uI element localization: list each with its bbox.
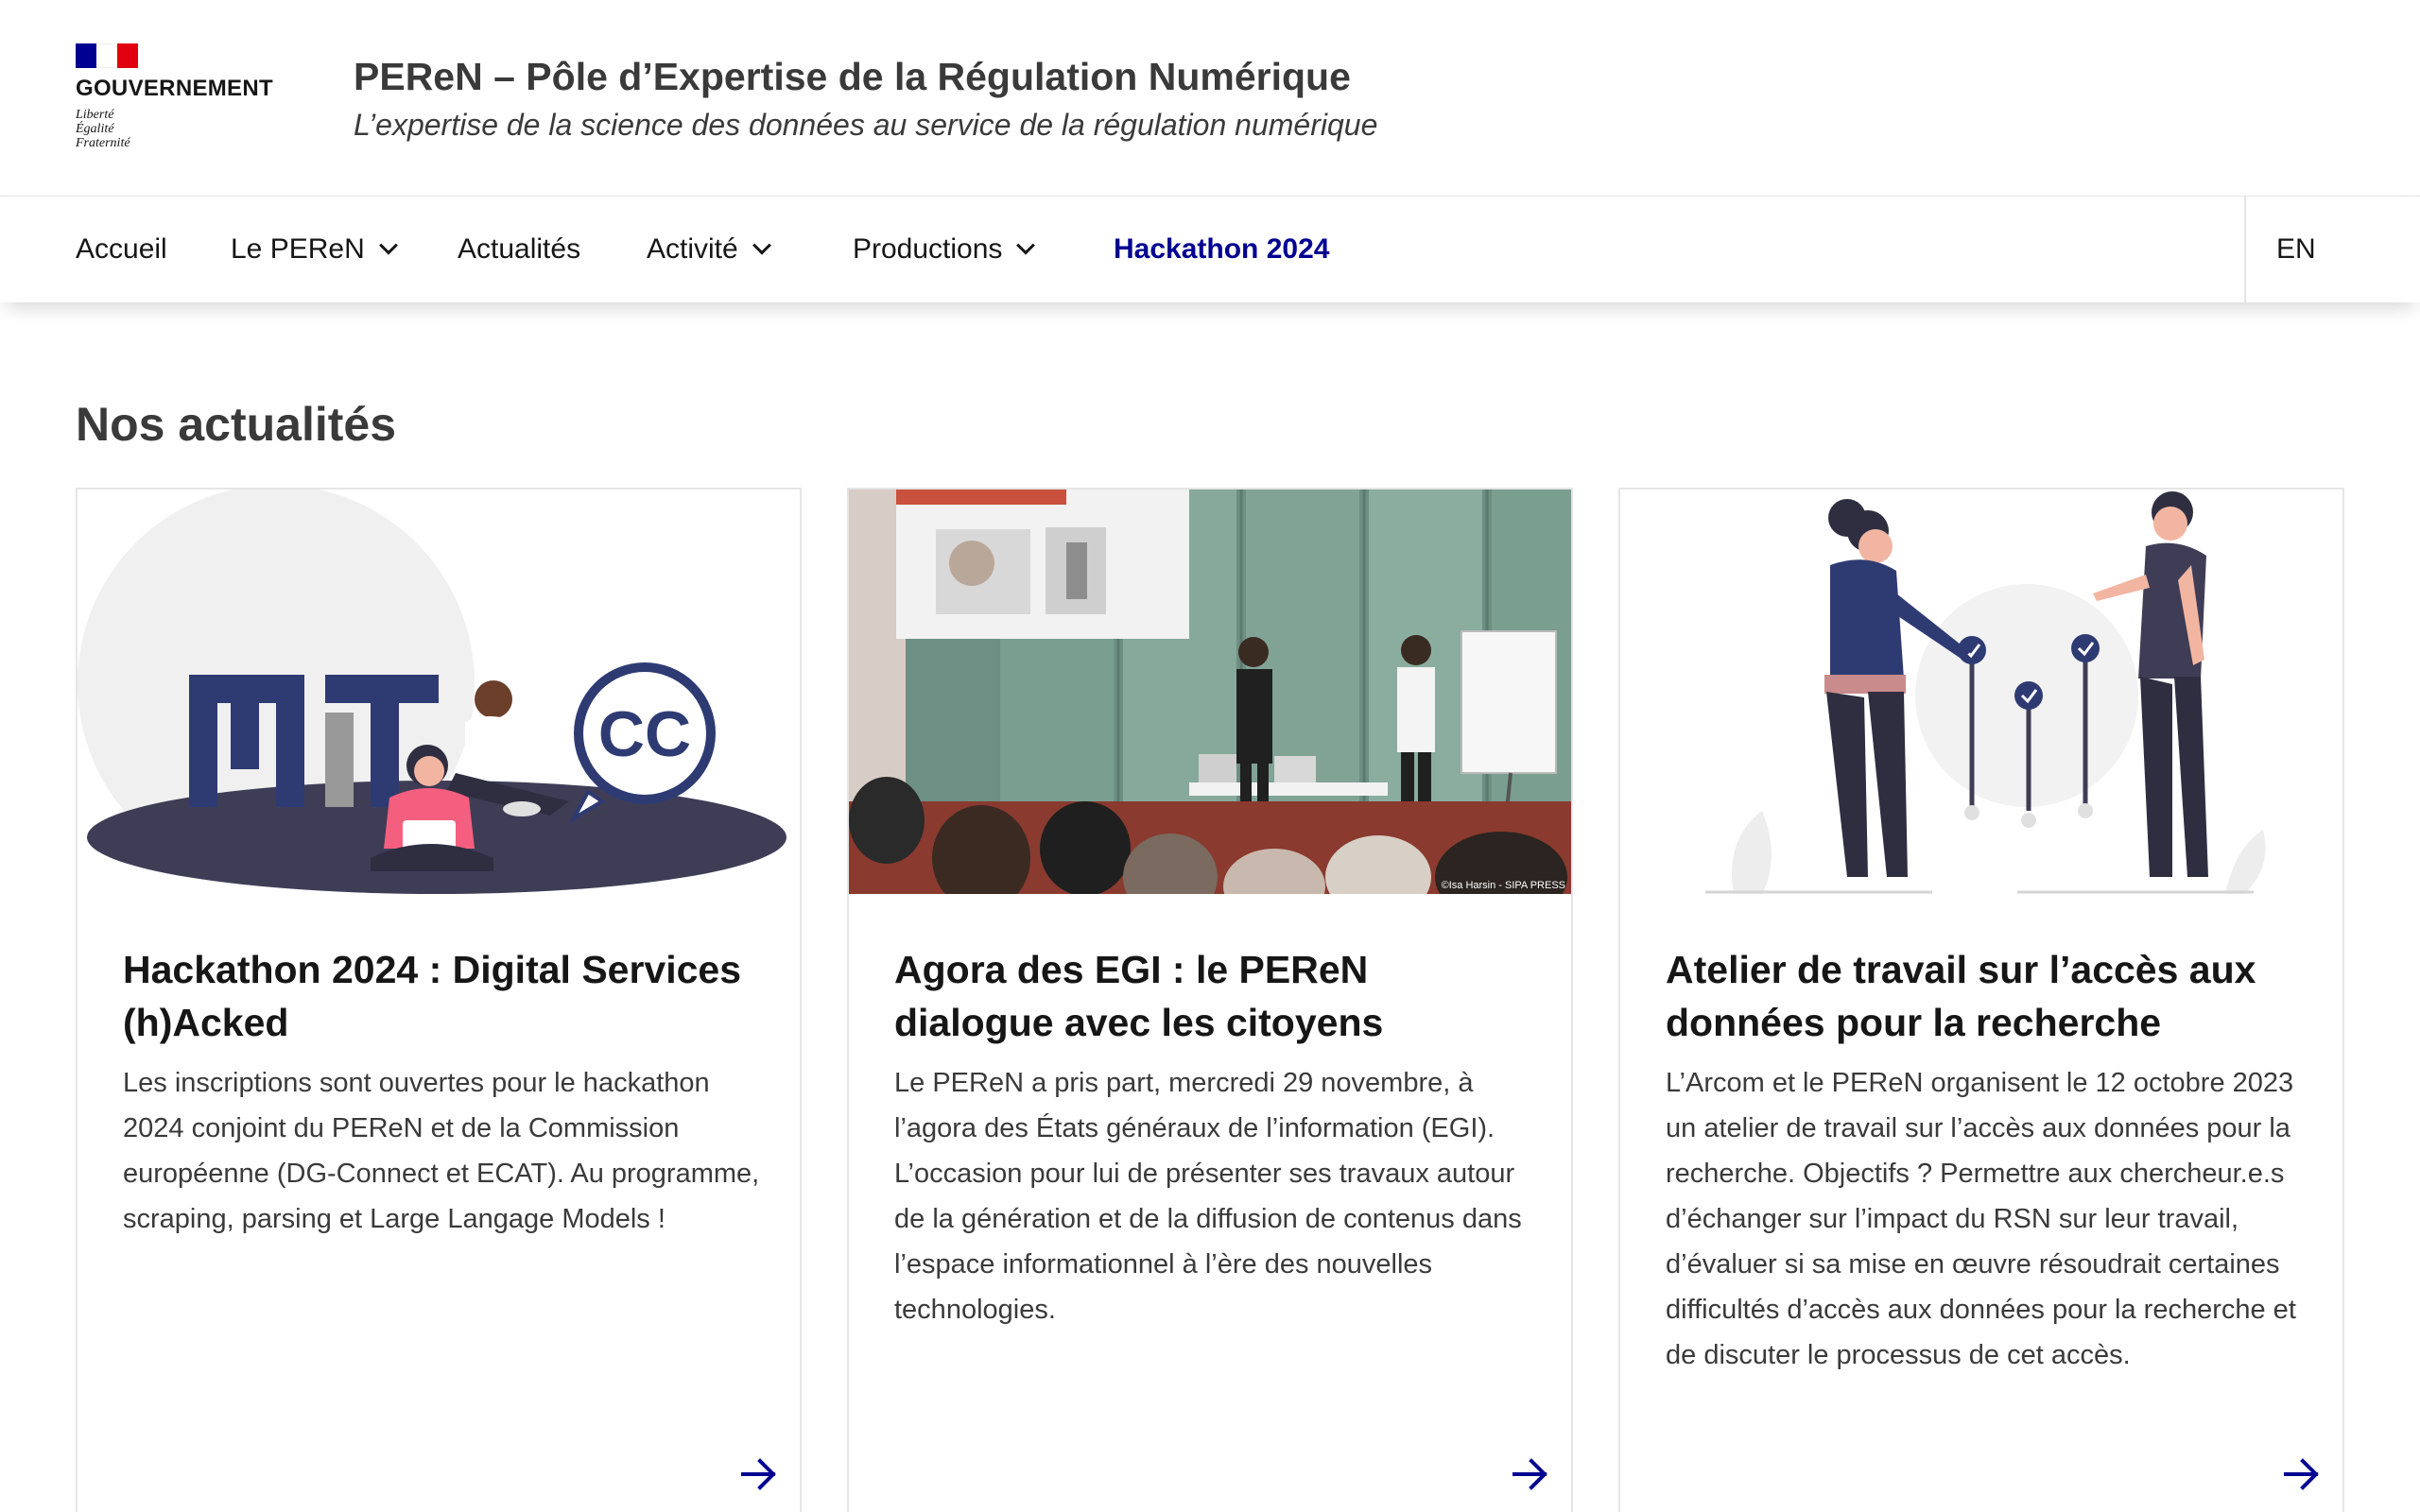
motto-line: Liberté (76, 108, 114, 122)
card-image: ©Isa Harsin - SIPA PRESS (849, 490, 1571, 894)
nav-item-label: Accueil (76, 233, 167, 265)
motto-line: Égalité (76, 122, 114, 136)
news-card[interactable]: ©Isa Harsin - SIPA PRESS Agora des EGI :… (847, 488, 1573, 1512)
french-flag-icon (76, 43, 138, 68)
card-description: Les inscriptions sont ouvertes pour le h… (123, 1068, 760, 1234)
site-header: GOUVERNEMENT Liberté Égalité Fraternité … (0, 0, 2420, 197)
hackathon-illustration: CC (78, 490, 800, 894)
cc-logo-text: CC (598, 698, 691, 770)
site-title[interactable]: PEReN – Pôle d’Expertise de la Régulatio… (354, 55, 1351, 99)
nav-item-activite[interactable]: Activité (647, 197, 771, 302)
nav-item-productions[interactable]: Productions (853, 197, 1036, 302)
nav-item-label: Actualités (458, 233, 581, 265)
card-title[interactable]: Hackathon 2024 : Digital Services (h)Ack… (123, 943, 766, 1049)
card-image (1620, 490, 2342, 894)
card-image: CC (78, 490, 800, 894)
news-card[interactable]: Atelier de travail sur l’accès aux donné… (1618, 488, 2344, 1512)
chevron-down-icon (1016, 235, 1036, 255)
nav-divider (2244, 197, 2246, 302)
language-switch[interactable]: EN (2276, 197, 2316, 302)
nav-item-label: Hackathon 2024 (1114, 233, 1330, 265)
agora-photo: ©Isa Harsin - SIPA PRESS (849, 490, 1571, 894)
motto-line: Fraternité (76, 136, 130, 150)
nav-item-label: Le PEReN (231, 233, 365, 265)
card-description: Le PEReN a pris part, mercredi 29 novemb… (894, 1068, 1522, 1325)
section-title: Nos actualités (76, 398, 397, 451)
news-card[interactable]: CC Hackathon 2024 : Digital Services (h)… (76, 488, 802, 1512)
card-description: L’Arcom et le PEReN organisent le 12 oct… (1666, 1068, 2296, 1370)
nav-item-label: Productions (853, 233, 1003, 265)
gov-name: GOUVERNEMENT (76, 76, 273, 101)
motto: Liberté Égalité Fraternité (76, 108, 293, 150)
nav-item-label: Activité (647, 233, 738, 265)
nav-item-accueil[interactable]: Accueil (76, 197, 167, 302)
chevron-down-icon (378, 235, 398, 255)
site-tagline: L’expertise de la science des données au… (354, 108, 1378, 142)
arrow-right-icon[interactable] (741, 1457, 779, 1491)
card-title[interactable]: Atelier de travail sur l’accès aux donné… (1666, 943, 2308, 1049)
arrow-right-icon[interactable] (1512, 1457, 1550, 1491)
chevron-down-icon (752, 235, 771, 255)
card-title[interactable]: Agora des EGI : le PEReN dialogue avec l… (894, 943, 1537, 1049)
workshop-illustration (1620, 490, 2342, 894)
image-credit: ©Isa Harsin - SIPA PRESS (1442, 880, 1565, 891)
nav-item-hackathon-2024[interactable]: Hackathon 2024 (1114, 197, 1329, 302)
government-logo[interactable]: GOUVERNEMENT Liberté Égalité Fraternité (76, 43, 293, 150)
main-navigation: Accueil Le PEReN Actualités Activité Pro… (0, 197, 2420, 302)
arrow-right-icon[interactable] (2284, 1457, 2322, 1491)
nav-item-actualites[interactable]: Actualités (458, 197, 580, 302)
nav-item-le-peren[interactable]: Le PEReN (231, 197, 398, 302)
